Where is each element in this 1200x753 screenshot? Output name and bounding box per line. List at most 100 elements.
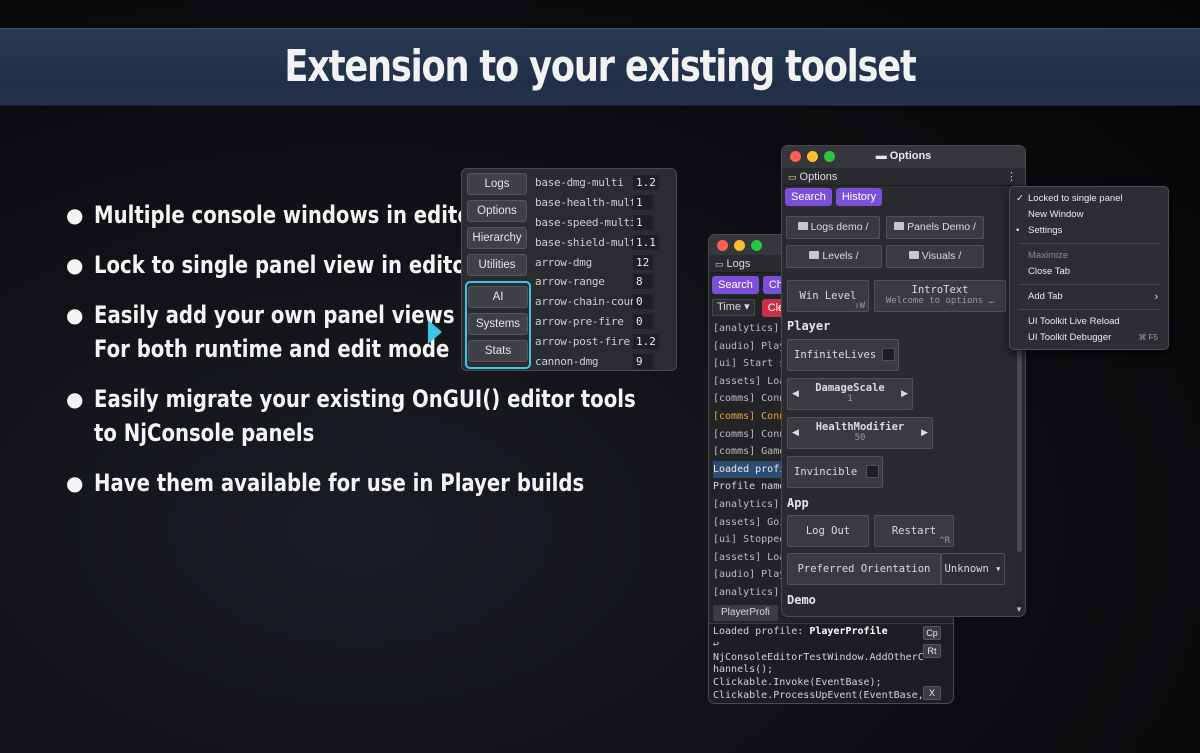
- stat-key: arrow-range: [535, 275, 605, 289]
- stat-value-field[interactable]: 9: [633, 353, 653, 369]
- stat-row: base-shield-multi 1.1: [535, 232, 675, 252]
- decrement-icon[interactable]: ◀: [792, 427, 799, 438]
- menu-item-close-tab[interactable]: Close Tab: [1010, 264, 1168, 280]
- bullet-text: Lock to single panel view in editor: [94, 251, 476, 279]
- stat-row: cannon-dmg 9: [535, 351, 675, 371]
- bullet-text: Easily migrate your existing OnGUI() edi…: [94, 385, 636, 413]
- tab-label: Options: [799, 171, 838, 183]
- bullet-text: to NjConsole panels: [94, 419, 315, 447]
- menu-item-ui-debugger[interactable]: UI Toolkit Debugger ⌘ F5: [1010, 330, 1168, 346]
- decrement-icon[interactable]: ◀: [792, 388, 799, 399]
- window-title: ▬ Options: [782, 150, 1025, 162]
- nav-options-button[interactable]: Options: [467, 200, 527, 222]
- chevron-right-icon: ›: [1154, 291, 1158, 303]
- menu-item-locked-single-panel[interactable]: ✓ Locked to single panel: [1010, 191, 1168, 207]
- health-modifier-stepper: ◀ HealthModifier 50 ▶: [787, 417, 933, 449]
- menu-item-label: Maximize: [1028, 250, 1069, 261]
- bullet-text: Have them available for use in Player bu…: [94, 469, 585, 497]
- nav-logs-button[interactable]: Logs: [467, 173, 527, 195]
- log-out-button[interactable]: Log Out: [787, 515, 869, 547]
- history-button[interactable]: History: [835, 188, 883, 206]
- bullet-dot-icon: ●: [66, 253, 84, 277]
- zoom-dot-icon[interactable]: [751, 240, 762, 251]
- menu-item-label: UI Toolkit Live Reload: [1028, 316, 1120, 327]
- bullet-dot-icon: ●: [66, 471, 84, 495]
- nav-stats-button[interactable]: Stats: [468, 340, 528, 362]
- nav-systems-button[interactable]: Systems: [468, 313, 528, 335]
- invincible-toggle[interactable]: Invincible: [787, 456, 883, 488]
- stat-key: cannon-dmg: [535, 354, 599, 368]
- bullet-dot-icon: ●: [66, 203, 84, 227]
- time-select[interactable]: Time ▾: [712, 299, 755, 316]
- intro-text-field[interactable]: IntroText Welcome to options …: [874, 280, 1006, 312]
- menu-item-label: Add Tab: [1028, 291, 1063, 302]
- menu-separator: [1018, 284, 1160, 285]
- menu-item-add-tab[interactable]: Add Tab ›: [1010, 289, 1168, 305]
- menu-item-maximize: Maximize: [1010, 248, 1168, 264]
- window-icon: ▭: [715, 259, 724, 269]
- search-button[interactable]: Search: [785, 188, 832, 206]
- folder-icon: [809, 251, 820, 259]
- close-detail-button[interactable]: X: [923, 686, 941, 700]
- scroll-down-icon[interactable]: ▼: [1015, 605, 1023, 614]
- detail-prefix: Loaded profile:: [713, 626, 810, 637]
- intro-text-label: IntroText: [911, 284, 969, 296]
- tab-label: Logs: [726, 258, 751, 270]
- stat-value-field[interactable]: 1: [633, 214, 653, 230]
- folder-label: Panels Demo /: [907, 221, 976, 233]
- search-button[interactable]: Search: [712, 276, 759, 294]
- win-level-button[interactable]: Win Level ⇧W: [787, 280, 869, 312]
- folder-panels-demo[interactable]: Panels Demo /: [886, 216, 984, 239]
- title-banner: Extension to your existing toolset: [0, 28, 1200, 106]
- stat-value-field[interactable]: 12: [633, 254, 653, 270]
- window-icon: ▭: [788, 172, 797, 182]
- profile-chip[interactable]: PlayerProfi: [713, 605, 778, 621]
- nav-ai-button[interactable]: AI: [468, 286, 528, 308]
- stat-value-field[interactable]: 8: [633, 274, 653, 290]
- tab-options[interactable]: ▭ Options ⋮: [782, 168, 1025, 186]
- stat-value-field[interactable]: 1: [633, 195, 653, 211]
- minimize-dot-icon[interactable]: [734, 240, 745, 251]
- more-options-icon[interactable]: ⋮: [1006, 168, 1017, 186]
- retrace-button[interactable]: Rt: [923, 644, 941, 658]
- bullet-dot-icon: ●: [66, 387, 84, 411]
- infinite-lives-checkbox[interactable]: [882, 348, 895, 361]
- menu-item-new-window[interactable]: New Window: [1010, 207, 1168, 223]
- preferred-orientation-select[interactable]: Unknown ▾: [941, 553, 1005, 585]
- menu-separator: [1018, 309, 1160, 310]
- menu-item-live-reload[interactable]: UI Toolkit Live Reload: [1010, 314, 1168, 330]
- folder-label: Visuals /: [921, 250, 962, 262]
- folder-levels[interactable]: Levels /: [786, 245, 882, 268]
- stat-value-field[interactable]: 1.1: [633, 234, 659, 250]
- copy-button[interactable]: Cp: [923, 626, 941, 640]
- restart-button[interactable]: Restart ^R: [874, 515, 954, 547]
- section-demo: Demo: [787, 593, 816, 607]
- win-level-label: Win Level: [799, 290, 857, 302]
- stat-key: base-health-multi: [535, 196, 643, 210]
- increment-icon[interactable]: ▶: [901, 388, 908, 399]
- menu-item-settings[interactable]: • Settings: [1010, 223, 1168, 239]
- stat-row: base-dmg-multi 1.2: [535, 173, 675, 193]
- nav-hierarchy-button[interactable]: Hierarchy: [467, 227, 527, 249]
- increment-icon[interactable]: ▶: [921, 427, 928, 438]
- menu-item-label: New Window: [1028, 209, 1084, 220]
- section-app: App: [787, 496, 809, 510]
- folder-icon: [908, 251, 919, 259]
- folder-logs-demo[interactable]: Logs demo /: [786, 216, 880, 239]
- folder-visuals[interactable]: Visuals /: [886, 245, 984, 268]
- stat-value-field[interactable]: 1.2: [633, 175, 659, 191]
- invincible-checkbox[interactable]: [866, 465, 879, 478]
- folder-icon: [797, 222, 808, 230]
- menu-item-label: Settings: [1028, 225, 1063, 236]
- infinite-lives-toggle[interactable]: InfiniteLives: [787, 339, 899, 371]
- close-dot-icon[interactable]: [717, 240, 728, 251]
- nav-utilities-button[interactable]: Utilities: [467, 254, 527, 276]
- stat-row: arrow-chain-count 0: [535, 292, 675, 312]
- stat-key: arrow-chain-count: [535, 295, 643, 309]
- context-menu: ✓ Locked to single panel New Window • Sett…: [1009, 186, 1169, 350]
- stat-value-field[interactable]: 0: [633, 313, 653, 329]
- bullet-item: ● Easily migrate your existing OnGUI() e…: [66, 382, 636, 450]
- stat-value-field[interactable]: 1.2: [633, 333, 659, 349]
- stat-value-field[interactable]: 0: [633, 294, 653, 310]
- damage-scale-stepper: ◀ DamageScale 1 ▶: [787, 378, 913, 410]
